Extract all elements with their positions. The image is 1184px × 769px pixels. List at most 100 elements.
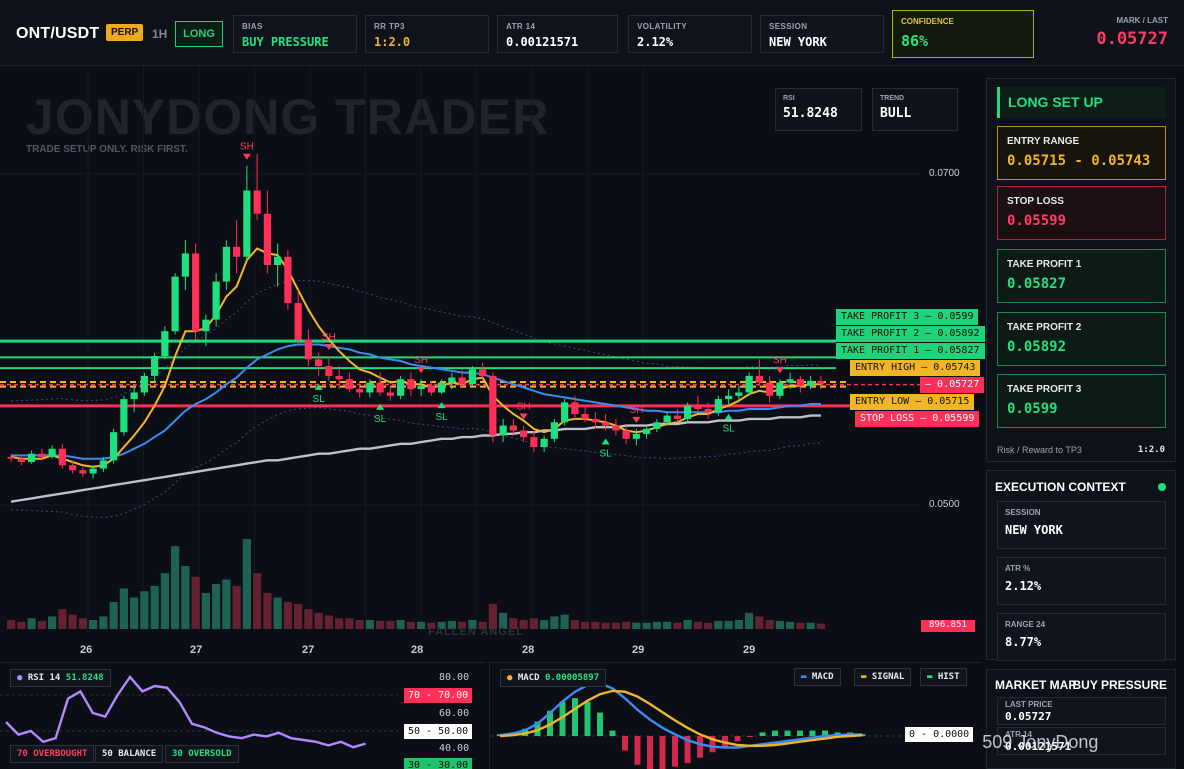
stat-bias: BIAS BUY PRESSURE <box>233 15 357 53</box>
candle-body <box>448 377 456 383</box>
risk-reward-value: 1:2.0 <box>1137 445 1165 455</box>
card-value: 0.05727 <box>1005 710 1052 723</box>
volume-bar <box>335 618 344 629</box>
volume-bar <box>581 621 590 629</box>
candle-body <box>622 430 630 439</box>
volume-bar <box>324 615 333 629</box>
volume-bar <box>314 612 323 629</box>
level-label-tp2: TAKE PROFIT 2 – 0.05892 <box>836 326 985 342</box>
card-value: 0.05892 <box>1007 339 1067 355</box>
macd-dot-icon: ● <box>507 673 513 683</box>
candle-body <box>417 385 425 390</box>
stat-label: VOLATILITY <box>637 22 688 31</box>
volume-bar <box>222 579 231 629</box>
candle-body <box>356 389 364 393</box>
volume-bar <box>58 609 67 629</box>
candle-body <box>222 246 230 282</box>
date-tick: 29 <box>632 644 645 656</box>
macd-hist-bar <box>659 736 666 769</box>
macd-pane[interactable]: ● MACD 0.00005897 ▬ MACD ▬ SIGNAL ▬ HIST… <box>489 662 982 769</box>
candle-body <box>397 379 405 396</box>
mark-label: MARK / LAST <box>1116 16 1168 25</box>
volume-bar <box>755 616 764 629</box>
risk-reward-label: Risk / Reward to TP3 <box>997 445 1082 455</box>
volume-bar <box>37 620 46 629</box>
volume-bar <box>294 603 303 629</box>
macd-hist-bar <box>672 736 678 767</box>
candle-body <box>140 375 148 393</box>
candle-body <box>499 425 507 436</box>
candle-body <box>438 382 446 393</box>
candle-body <box>171 276 179 332</box>
candle-body <box>571 402 579 414</box>
swing-low-arrow-icon <box>601 438 610 445</box>
rsi-pane[interactable]: ● RSI 14 51.8248 70 OVERBOUGHT 50 BALANC… <box>0 662 486 769</box>
candle-body <box>212 281 220 320</box>
candlestick-plot[interactable]: SH SH SH SH SH SH SL SL SL SL SL <box>0 66 982 660</box>
volume-bar <box>130 597 139 629</box>
candle-body <box>325 365 333 376</box>
candle-body <box>489 375 497 436</box>
candle-body <box>202 319 210 332</box>
candle-body <box>458 377 466 385</box>
volume-bar <box>68 614 77 629</box>
confidence-value: 86% <box>901 32 929 50</box>
take-profit-2-card: TAKE PROFIT 2 0.05892 <box>997 312 1166 366</box>
candle-body <box>632 433 640 439</box>
market-map-state: BUY PRESSURE <box>1072 678 1167 692</box>
card-value: 0.05715 - 0.05743 <box>1007 153 1151 169</box>
volume-bar <box>7 620 16 629</box>
volume-bar <box>386 620 395 629</box>
candle-body <box>684 405 692 419</box>
volume-bar <box>119 588 128 629</box>
stat-rr: RR TP3 1:2.0 <box>365 15 489 53</box>
macd-line <box>499 682 863 749</box>
stat-label: BIAS <box>242 22 263 31</box>
candle-body <box>366 382 374 393</box>
trend-box-label: TREND <box>880 95 905 102</box>
macd-zero-tag: 0 - 0.0000 <box>905 727 974 742</box>
rsi-70-tag: 70 - 70.00 <box>404 688 473 703</box>
volume-bar <box>796 622 805 629</box>
price-chart[interactable]: JONYDONG TRADER TRADE SETUP ONLY. RISK F… <box>0 66 985 660</box>
candle-body <box>427 385 435 393</box>
candle-body <box>468 369 476 385</box>
macd-hist-bar <box>697 736 703 758</box>
setup-title: LONG SET UP <box>997 87 1166 118</box>
level-label-entry-low: ENTRY LOW – 0.05715 <box>850 394 975 410</box>
swing-high-label: SH <box>322 332 336 343</box>
mark-price-box: MARK / LAST 0.05727 <box>1096 16 1168 49</box>
macd-hist-bar <box>797 730 803 736</box>
card-label: TAKE PROFIT 2 <box>1007 322 1082 333</box>
swing-low-arrow-icon <box>724 413 733 420</box>
stat-value: BUY PRESSURE <box>242 35 329 49</box>
card-value: 0.0599 <box>1007 401 1058 417</box>
rsi-axis-tick: 80.00 <box>439 672 470 683</box>
rsi-box-value: 51.8248 <box>783 106 838 121</box>
rsi-50-tag: 50 - 50.00 <box>404 724 473 739</box>
candle-body <box>591 418 599 423</box>
entry-range-card: ENTRY RANGE 0.05715 - 0.05743 <box>997 126 1166 180</box>
volume-bar <box>273 597 282 629</box>
trend-box: TREND BULL <box>872 88 958 131</box>
macd-hist-bar <box>772 730 778 736</box>
stat-session: SESSION NEW YORK <box>760 15 884 53</box>
candle-body <box>335 375 343 380</box>
candle-body <box>110 432 118 461</box>
timeframe-label[interactable]: 1H <box>152 27 167 41</box>
candle-body <box>17 458 25 462</box>
lower-band-line <box>11 407 821 518</box>
rsi-legend-oversold: 30 OVERSOLD <box>165 745 239 763</box>
volume-bar <box>786 621 795 629</box>
stat-label: ATR 14 <box>506 22 536 31</box>
macd-hist-bar <box>734 736 741 742</box>
candle-body <box>274 256 282 266</box>
volume-bar <box>304 609 313 629</box>
volume-bar <box>48 616 57 629</box>
volume-bar <box>99 616 108 629</box>
candle-body <box>704 409 712 413</box>
candle-body <box>643 428 651 434</box>
volume-bar <box>345 618 354 629</box>
candle-body <box>786 379 794 383</box>
volume-bar <box>540 620 549 629</box>
